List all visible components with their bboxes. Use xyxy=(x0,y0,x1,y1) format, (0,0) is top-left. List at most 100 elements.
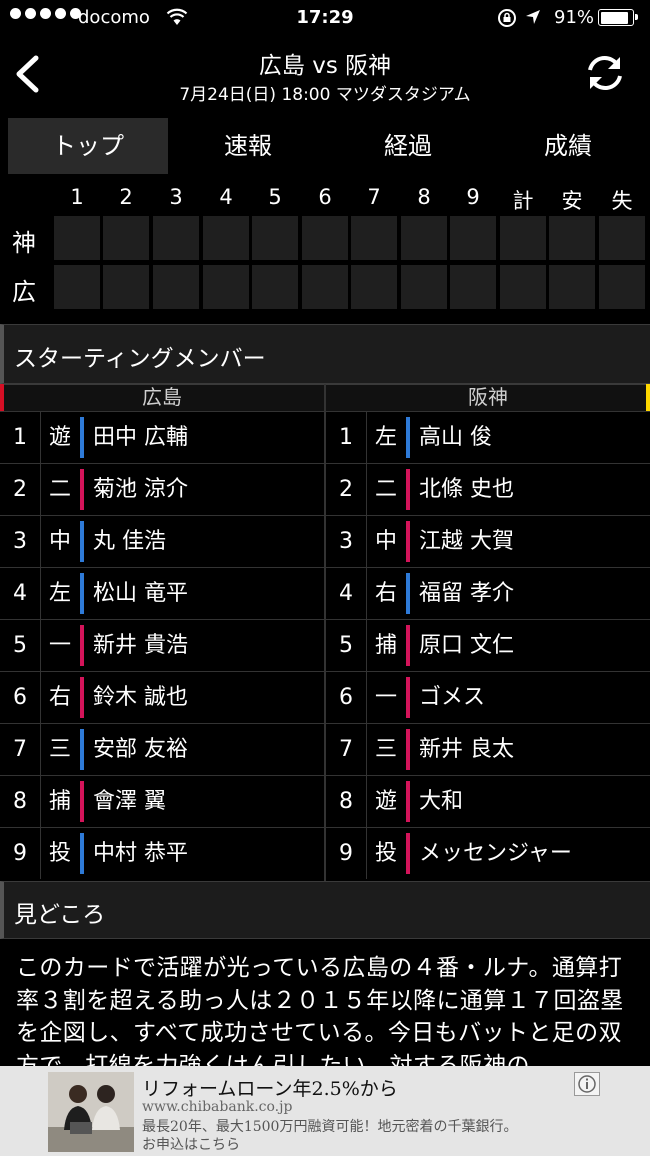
scoreboard-row-home: 広 xyxy=(0,265,650,311)
player-name: 會澤 翼 xyxy=(93,789,166,814)
position: 中 xyxy=(374,529,397,554)
home-team-header: 広島 xyxy=(0,384,324,411)
inning-label: 6 xyxy=(318,185,332,209)
player-name: 松山 竜平 xyxy=(93,581,188,606)
player-name: 新井 良太 xyxy=(419,737,514,762)
player-name: 安部 友裕 xyxy=(93,737,188,762)
lineup-row[interactable]: 4 左松山 竜平 xyxy=(0,567,324,619)
score-cell xyxy=(500,265,546,309)
score-cell xyxy=(401,265,447,309)
bats-indicator xyxy=(406,625,410,666)
inning-label: 9 xyxy=(466,185,480,209)
lineup-row[interactable]: 6 右鈴木 誠也 xyxy=(0,671,324,723)
score-cell xyxy=(153,216,199,260)
lineup-row[interactable]: 3中丸 佳浩 xyxy=(0,515,324,567)
lineup-row[interactable]: 1 左高山 俊 xyxy=(326,411,650,463)
batting-order: 7 xyxy=(0,724,41,775)
player-name: 福留 孝介 xyxy=(419,581,514,606)
score-cell xyxy=(103,265,149,309)
clock: 17:29 xyxy=(296,7,354,28)
score-cell xyxy=(302,265,348,309)
away-lineup: 1 左高山 俊 2 二北條 史也 3 中江越 大賀 4 右福留 孝介 5 捕原口 文仁 6… xyxy=(326,411,650,879)
refresh-icon[interactable] xyxy=(582,50,628,96)
ad-url: www.chibabank.co.jp xyxy=(142,1099,293,1115)
team-label: 神 xyxy=(12,229,36,257)
player-name: 鈴木 誠也 xyxy=(93,685,188,710)
position: 三 xyxy=(48,737,71,762)
lineup-row[interactable]: 9 投メッセンジャー xyxy=(326,827,650,879)
lineup-row[interactable]: 5 一新井 貴浩 xyxy=(0,619,324,671)
player-name: 高山 俊 xyxy=(419,425,492,450)
highlights-header: 見どころ xyxy=(0,881,650,939)
player-name: ゴメス xyxy=(419,685,486,710)
ad-description: 最長20年、最大1500万円融資可能！地元密着の千葉銀行。 xyxy=(142,1119,518,1135)
score-cell xyxy=(103,216,149,260)
score-cell xyxy=(203,216,249,260)
score-cell xyxy=(54,265,100,309)
lineup-row[interactable]: 4 右福留 孝介 xyxy=(326,567,650,619)
ad-info-icon[interactable] xyxy=(574,1072,600,1096)
page-title: 広島 vs 阪神 xyxy=(258,53,392,79)
rotation-lock-icon xyxy=(498,9,516,27)
nav-header: 広島 vs 阪神 7月24日(日) 18:00 マツダスタジアム xyxy=(0,36,650,114)
team-label: 広 xyxy=(12,278,36,306)
player-name: 田中 広輔 xyxy=(93,425,188,450)
tab-live[interactable]: 速報 xyxy=(168,118,328,174)
starting-lineup-header: スターティングメンバー xyxy=(0,324,650,384)
bats-indicator xyxy=(80,469,84,510)
position: 一 xyxy=(374,685,397,710)
score-cell xyxy=(599,265,645,309)
tab-progress[interactable]: 経過 xyxy=(328,118,488,174)
player-name: 中村 恭平 xyxy=(93,841,188,866)
inning-label: 5 xyxy=(268,185,282,209)
player-name: 丸 佳浩 xyxy=(93,529,166,554)
bats-indicator xyxy=(80,677,84,718)
score-cell xyxy=(302,216,348,260)
score-cell xyxy=(351,216,397,260)
batting-order: 4 xyxy=(326,568,367,619)
score-cell xyxy=(549,265,595,309)
game-info: 7月24日(日) 18:00 マツダスタジアム xyxy=(179,85,471,105)
position: 右 xyxy=(374,581,397,606)
position: 右 xyxy=(48,685,71,710)
tab-top[interactable]: トップ xyxy=(8,118,168,174)
ad-banner[interactable]: リフォームローン年2.5%から www.chibabank.co.jp 最長20… xyxy=(0,1066,650,1156)
errors-label: 失 xyxy=(611,189,633,213)
lineup-row[interactable]: 2 二菊池 涼介 xyxy=(0,463,324,515)
batting-order: 5 xyxy=(326,620,367,671)
scoreboard-header: 1 2 3 4 5 6 7 8 9 計 安 失 xyxy=(0,183,650,215)
bats-indicator xyxy=(80,729,84,770)
batting-order: 6 xyxy=(0,672,41,723)
lineup-row[interactable]: 5 捕原口 文仁 xyxy=(326,619,650,671)
lineup-row[interactable]: 1 遊田中 広輔 xyxy=(0,411,324,463)
lineup-row[interactable]: 7 三安部 友裕 xyxy=(0,723,324,775)
lineup-row[interactable]: 2 二北條 史也 xyxy=(326,463,650,515)
score-cell xyxy=(450,265,496,309)
battery-percent: 91% xyxy=(554,7,595,28)
lineup-row[interactable]: 3 中江越 大賀 xyxy=(326,515,650,567)
battery-icon xyxy=(598,9,638,26)
lineup-row[interactable]: 6 一ゴメス xyxy=(326,671,650,723)
bats-indicator xyxy=(406,833,410,874)
player-name: 江越 大賀 xyxy=(419,529,514,554)
batting-order: 2 xyxy=(0,464,41,515)
player-name: 新井 貴浩 xyxy=(93,633,188,658)
lineup-row[interactable]: 9 投中村 恭平 xyxy=(0,827,324,879)
home-team-color-mark xyxy=(0,384,4,411)
score-cell xyxy=(549,216,595,260)
inning-label: 3 xyxy=(169,185,183,209)
position: 投 xyxy=(48,841,71,866)
lineup-row[interactable]: 8 遊大和 xyxy=(326,775,650,827)
player-name: 菊池 涼介 xyxy=(93,477,188,502)
batting-order: 9 xyxy=(326,828,367,879)
position: 投 xyxy=(374,841,397,866)
position: 遊 xyxy=(374,789,397,814)
lineup-row[interactable]: 8 捕會澤 翼 xyxy=(0,775,324,827)
score-cell xyxy=(500,216,546,260)
hits-label: 安 xyxy=(561,189,583,213)
lineup-row[interactable]: 7 三新井 良太 xyxy=(326,723,650,775)
tab-stats[interactable]: 成績 xyxy=(488,118,648,174)
inning-label: 7 xyxy=(367,185,381,209)
bats-indicator xyxy=(406,469,410,510)
status-bar: docomo 17:29 91% xyxy=(0,0,650,36)
